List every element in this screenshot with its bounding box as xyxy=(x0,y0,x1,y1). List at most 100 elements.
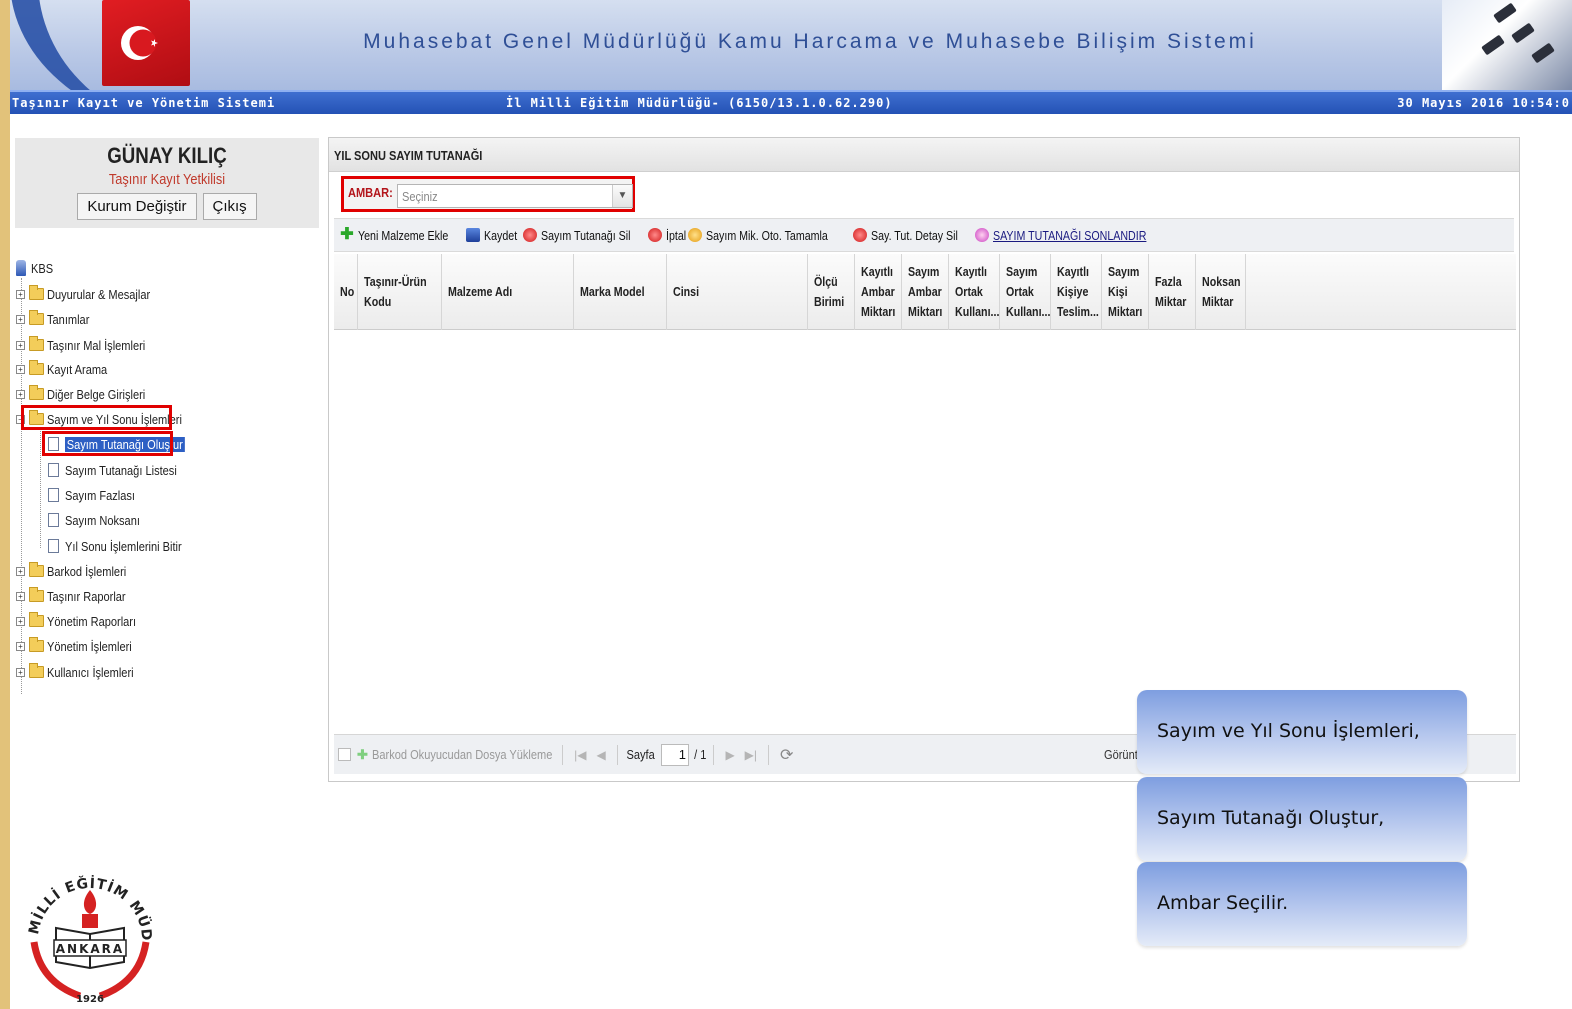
expand-icon[interactable]: + xyxy=(16,566,25,576)
delete-detail-icon xyxy=(852,228,867,242)
refresh-icon[interactable]: ⟳ xyxy=(780,745,793,765)
next-page-icon[interactable]: ▶ xyxy=(725,748,734,762)
ambar-select[interactable]: Seçiniz ▼ xyxy=(397,184,633,208)
info-bar: Taşınır Kayıt ve Yönetim Sistemi İl Mill… xyxy=(10,90,1572,114)
expand-icon[interactable]: + xyxy=(16,289,25,299)
save-icon xyxy=(466,228,481,242)
document-icon xyxy=(48,513,59,527)
column-header[interactable]: Kayıtlı Ambar Miktarı xyxy=(855,254,902,330)
add-icon: ✚ xyxy=(340,226,354,243)
page-label: Sayfa xyxy=(626,747,655,762)
expand-icon[interactable]: + xyxy=(16,641,25,651)
chevron-down-icon[interactable]: ▼ xyxy=(612,185,632,207)
document-icon xyxy=(48,463,59,477)
callout-step-2: Sayım Tutanağı Oluştur, xyxy=(1137,777,1467,861)
institution-name: İl Milli Eğitim Müdürlüğü- (6150/13.1.0.… xyxy=(506,96,893,110)
column-header[interactable]: No xyxy=(334,254,358,330)
expand-icon[interactable]: + xyxy=(16,591,25,601)
grid-header: No Taşınır-Ürün Kodu Malzeme Adı Marka M… xyxy=(334,254,1516,330)
page-total: / 1 xyxy=(694,747,707,762)
callout-step-1: Sayım ve Yıl Sonu İşlemleri, xyxy=(1137,690,1467,774)
grid-body xyxy=(334,330,1516,732)
keyboard-image xyxy=(1442,0,1572,90)
column-header[interactable]: Taşınır-Ürün Kodu xyxy=(358,254,442,330)
tree-item-announcements[interactable]: + Duyurular & Mesajlar xyxy=(16,284,168,304)
expand-icon[interactable]: + xyxy=(16,667,25,677)
column-header[interactable]: Sayım Ambar Miktarı xyxy=(902,254,949,330)
count-report-panel: YIL SONU SAYIM TUTANAĞI AMBAR: Seçiniz ▼… xyxy=(328,137,1520,782)
column-header[interactable]: Kayıtlı Kişiye Teslim... xyxy=(1051,254,1102,330)
tree-root-kbs[interactable]: KBS xyxy=(16,258,57,278)
column-header[interactable]: Noksan Miktar xyxy=(1196,254,1246,330)
column-header[interactable]: Malzeme Adı xyxy=(442,254,574,330)
user-role: Taşınır Kayıt Yetkilisi xyxy=(108,171,226,188)
column-header[interactable]: Kayıtlı Ortak Kullanı... xyxy=(949,254,1000,330)
last-page-icon[interactable]: ▶| xyxy=(745,748,757,762)
tree-subitem-count-deficit[interactable]: Sayım Noksanı xyxy=(48,510,153,530)
delete-icon xyxy=(522,228,537,242)
delete-detail-button[interactable]: Say. Tut. Detay Sil xyxy=(852,228,967,243)
add-icon: ✚ xyxy=(357,746,368,762)
callout-step-3: Ambar Seçilir. xyxy=(1137,862,1467,946)
tree-item-management-reports[interactable]: + Yönetim Raporları xyxy=(16,611,152,631)
cancel-icon xyxy=(647,228,662,242)
user-panel: GÜNAY KILIÇ Taşınır Kayıt Yetkilisi Kuru… xyxy=(15,138,319,228)
document-icon xyxy=(48,488,59,502)
panel-title: YIL SONU SAYIM TUTANAĞI xyxy=(329,138,1519,172)
column-header[interactable]: Ölçü Birimi xyxy=(808,254,855,330)
tree-item-asset-reports[interactable]: + Taşınır Raporlar xyxy=(16,586,139,606)
user-name: GÜNAY KILIÇ xyxy=(107,143,227,168)
save-button[interactable]: Kaydet xyxy=(466,228,517,243)
prev-page-icon[interactable]: ◀ xyxy=(596,748,605,762)
tree-item-asset-operations[interactable]: + Taşınır Mal İşlemleri xyxy=(16,335,163,355)
tree-item-management-operations[interactable]: + Yönetim İşlemleri xyxy=(16,636,147,656)
checkbox[interactable] xyxy=(338,748,351,761)
folder-icon xyxy=(29,385,44,400)
column-header[interactable]: Cinsi xyxy=(667,254,808,330)
kbs-icon xyxy=(16,260,26,276)
logo-city: ANKARA xyxy=(56,942,124,956)
logout-button[interactable]: Çıkış xyxy=(202,193,257,220)
tree-subitem-finish-yearend[interactable]: Yıl Sonu İşlemlerini Bitir xyxy=(48,536,202,556)
tree-subitem-count-report-list[interactable]: Sayım Tutanağı Listesi xyxy=(48,460,197,480)
column-header[interactable]: Fazla Miktar xyxy=(1149,254,1196,330)
column-header[interactable]: Marka Model xyxy=(574,254,667,330)
edge-strip xyxy=(0,0,10,1009)
tree-item-definitions[interactable]: + Tanımlar xyxy=(16,309,97,329)
change-institution-button[interactable]: Kurum Değiştir xyxy=(77,193,197,220)
logo-year: 1926 xyxy=(76,994,104,1002)
folder-icon xyxy=(29,637,44,652)
barcode-upload-button[interactable]: ✚ Barkod Okuyucudan Dosya Yükleme xyxy=(357,747,556,763)
page-input[interactable]: 1 xyxy=(660,743,689,766)
document-icon xyxy=(48,539,59,553)
column-header[interactable]: Sayım Kişi Miktarı xyxy=(1102,254,1149,330)
cancel-button[interactable]: İptal xyxy=(647,228,686,243)
app-name: Taşınır Kayıt ve Yönetim Sistemi xyxy=(12,96,276,110)
tree-item-other-documents[interactable]: + Diğer Belge Girişleri xyxy=(16,384,163,404)
tree-item-record-search[interactable]: + Kayıt Arama xyxy=(16,359,118,379)
tree-item-barcode[interactable]: + Barkod İşlemleri xyxy=(16,561,140,581)
column-header[interactable]: Sayım Ortak Kullanı... xyxy=(1000,254,1051,330)
expand-icon[interactable]: + xyxy=(16,314,25,324)
site-header: Muhasebat Genel Müdürlüğü Kamu Harcama v… xyxy=(10,0,1572,90)
new-item-button[interactable]: ✚ Yeni Malzeme Ekle xyxy=(340,226,458,243)
folder-icon xyxy=(29,587,44,602)
expand-icon[interactable]: + xyxy=(16,340,25,350)
expand-icon[interactable]: + xyxy=(16,364,25,374)
expand-icon[interactable]: + xyxy=(16,389,25,399)
ambar-label: AMBAR: xyxy=(348,185,393,200)
site-title: Muhasebat Genel Müdürlüğü Kamu Harcama v… xyxy=(363,30,1257,53)
delete-report-button[interactable]: Sayım Tutanağı Sil xyxy=(522,228,640,243)
finalize-icon xyxy=(974,228,989,242)
first-page-icon[interactable]: |◀ xyxy=(574,748,586,762)
folder-icon xyxy=(29,663,44,678)
finalize-report-link[interactable]: SAYIM TUTANAĞI SONLANDIR xyxy=(974,228,1170,243)
folder-icon xyxy=(29,612,44,627)
auto-complete-icon xyxy=(688,228,703,242)
datetime: 30 Mayıs 2016 10:54:0 xyxy=(1397,96,1570,110)
auto-complete-button[interactable]: Sayım Mik. Oto. Tamamla xyxy=(688,228,845,243)
expand-icon[interactable]: + xyxy=(16,616,25,626)
tree-subitem-count-surplus[interactable]: Sayım Fazlası xyxy=(48,485,147,505)
highlight-count-yearend xyxy=(21,405,172,430)
tree-item-user-operations[interactable]: + Kullanıcı İşlemleri xyxy=(16,662,149,682)
